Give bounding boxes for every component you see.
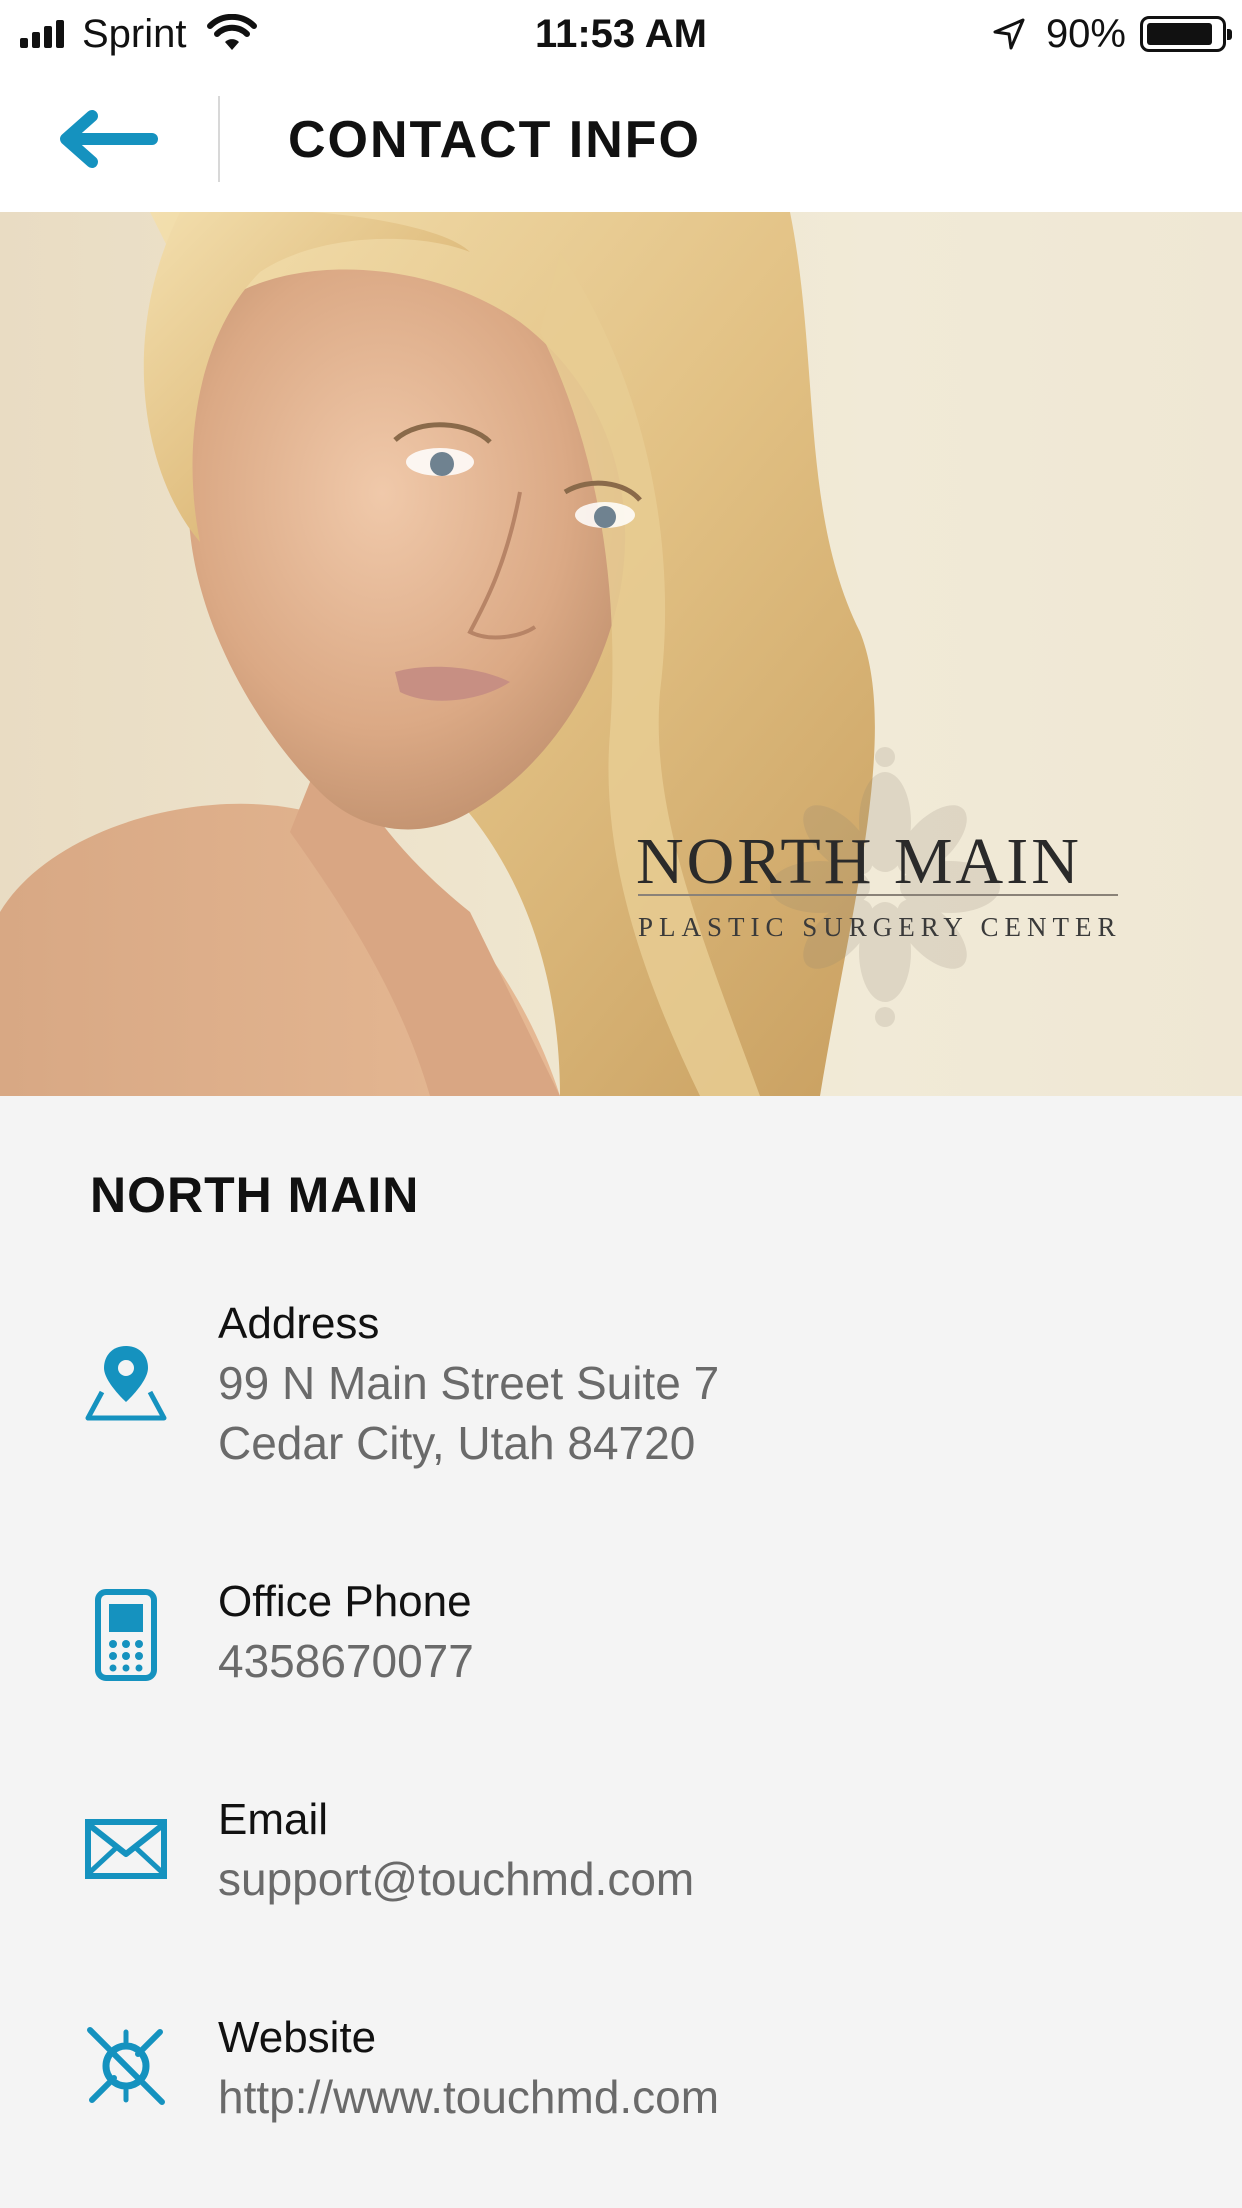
office-phone-value: 4358670077 — [218, 1635, 474, 1687]
back-button[interactable] — [56, 108, 160, 170]
hero-brand-name: NORTH MAIN — [636, 825, 1082, 898]
website-value: http://www.touchmd.com — [218, 2071, 720, 2123]
address-label: Address — [218, 1299, 380, 1348]
address-line-2: Cedar City, Utah 84720 — [218, 1417, 696, 1469]
website-label: Website — [218, 2013, 377, 2062]
location-arrow-icon — [993, 18, 1025, 50]
email-row[interactable]: Email support@touchmd.com — [0, 1792, 1242, 1912]
address-line-1: 99 N Main Street Suite 7 — [218, 1357, 720, 1409]
compass-icon — [87, 2027, 165, 2105]
hero-brand-rule — [638, 894, 1118, 896]
email-label: Email — [218, 1795, 329, 1844]
status-bar: Sprint 11:53 AM 90% — [0, 0, 1242, 68]
hero-portrait-image — [0, 212, 1000, 1096]
practice-name: NORTH MAIN — [90, 1167, 420, 1223]
header-divider — [218, 96, 220, 182]
address-row[interactable]: Address 99 N Main Street Suite 7 Cedar C… — [0, 1296, 1242, 1469]
hero-brand-tagline: PLASTIC SURGERY CENTER — [638, 912, 1122, 942]
battery-fill — [1147, 23, 1212, 45]
mobile-phone-icon — [95, 1589, 157, 1681]
arrow-left-icon — [60, 110, 158, 168]
envelope-icon — [85, 1819, 167, 1879]
hero-banner: NORTH MAIN PLASTIC SURGERY CENTER — [0, 212, 1242, 1096]
contact-details: NORTH MAIN Address 99 N Main Street Suit… — [0, 1096, 1242, 2208]
battery-icon — [1140, 16, 1232, 52]
page-title: CONTACT INFO — [288, 111, 701, 169]
status-right: 90% — [992, 10, 1232, 58]
map-pin-icon — [85, 1346, 167, 1421]
office-phone-row[interactable]: Office Phone 4358670077 — [0, 1574, 1242, 1694]
email-value: support@touchmd.com — [218, 1853, 695, 1905]
office-phone-label: Office Phone — [218, 1577, 472, 1626]
battery-percent: 90% — [1045, 11, 1126, 56]
nav-header: CONTACT INFO — [0, 68, 1242, 212]
website-row[interactable]: Website http://www.touchmd.com — [0, 2010, 1242, 2130]
